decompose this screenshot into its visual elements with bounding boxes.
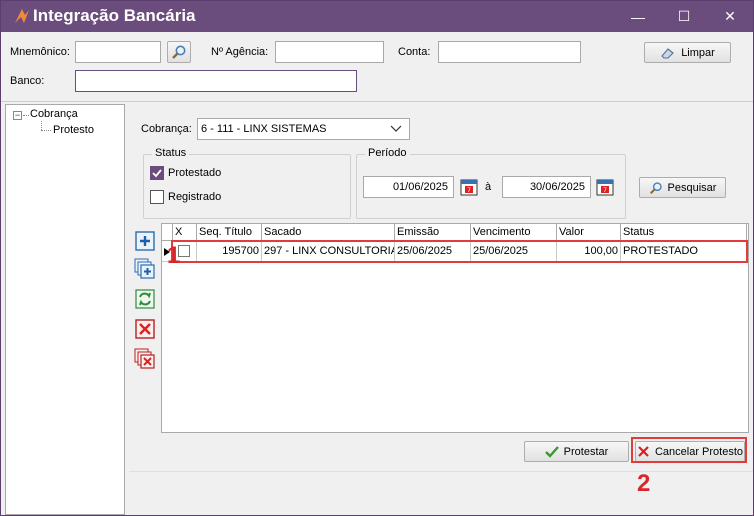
annotation-number-1: 1 <box>167 242 181 269</box>
cobranca-label: Cobrança: <box>141 123 192 135</box>
tree-item-cobranca[interactable]: Cobrança <box>30 108 78 120</box>
pesquisar-button[interactable]: Pesquisar <box>639 177 726 198</box>
chevron-down-icon <box>390 125 402 132</box>
limpar-label: Limpar <box>681 46 715 59</box>
grid-header-vencimento[interactable]: Vencimento <box>471 224 557 241</box>
registrado-label: Registrado <box>168 191 222 203</box>
pesquisar-label: Pesquisar <box>667 181 717 194</box>
svg-text:7: 7 <box>603 187 607 194</box>
maximize-icon: ☐ <box>677 8 691 24</box>
date-from-calendar-button[interactable]: 7 <box>459 177 479 197</box>
window-title: Integração Bancária <box>33 6 196 25</box>
cancel-highlight-box <box>631 437 747 463</box>
add-multiple-icon[interactable] <box>134 258 156 280</box>
grid-header-c[interactable]: C <box>747 224 748 241</box>
magnifier-icon <box>172 45 186 59</box>
delete-record-icon[interactable] <box>134 318 156 340</box>
grid-header-sacado[interactable]: Sacado <box>262 224 395 241</box>
close-button[interactable]: ✕ <box>707 1 753 32</box>
eraser-icon <box>661 47 674 58</box>
periodo-group-title: Período <box>365 147 410 159</box>
app-logo-icon <box>15 9 29 23</box>
grid-header-valor[interactable]: Valor <box>557 224 621 241</box>
grid-header: X Seq. Título Sacado Emissão Vencimento … <box>162 224 748 241</box>
protestar-label: Protestar <box>563 445 609 458</box>
mnemonico-label: Mnemônico: <box>10 46 70 58</box>
protestar-button[interactable]: Protestar <box>524 441 629 462</box>
date-separator: à <box>485 181 492 193</box>
row-highlight-box <box>171 240 748 263</box>
integracao-bancaria-window: Integração Bancária — ☐ ✕ Mnemônico: Nº … <box>0 0 754 516</box>
check-icon <box>152 169 162 178</box>
minimize-button[interactable]: — <box>615 1 661 32</box>
banco-label: Banco: <box>10 75 45 87</box>
grid-header-emissao[interactable]: Emissão <box>395 224 471 241</box>
tree-collapse-icon[interactable]: − <box>13 111 22 120</box>
mnemonico-search-button[interactable] <box>167 41 191 63</box>
close-icon: ✕ <box>724 8 736 24</box>
banco-input[interactable] <box>75 70 357 92</box>
title-bar[interactable]: Integração Bancária — ☐ ✕ <box>1 1 753 32</box>
date-to-input[interactable]: 30/06/2025 <box>502 176 591 198</box>
svg-text:7: 7 <box>467 187 471 194</box>
navigation-tree: − Cobrança Protesto <box>5 104 125 515</box>
magnifier-icon <box>649 181 662 194</box>
tree-connector <box>41 121 42 130</box>
maximize-button[interactable]: ☐ <box>661 1 707 32</box>
add-record-icon[interactable] <box>134 230 156 252</box>
grid-header-x[interactable]: X <box>173 224 197 241</box>
minimize-icon: — <box>631 8 645 25</box>
grid-indicator-header <box>162 224 173 241</box>
mnemonico-input[interactable] <box>75 41 161 63</box>
checkmark-icon <box>544 445 559 458</box>
date-to-calendar-button[interactable]: 7 <box>595 177 615 197</box>
conta-label: Conta: <box>398 46 431 58</box>
agencia-input[interactable] <box>275 41 384 63</box>
conta-input[interactable] <box>438 41 581 63</box>
status-group: Status <box>143 147 351 219</box>
footer-separator <box>129 471 753 472</box>
tree-item-protesto[interactable]: Protesto <box>53 124 94 136</box>
refresh-icon[interactable] <box>134 288 156 310</box>
cobranca-selected-value: 6 - 111 - LINX SISTEMAS <box>201 123 327 135</box>
tree-connector <box>23 115 29 116</box>
delete-multiple-icon[interactable] <box>134 348 156 370</box>
cobranca-select[interactable]: 6 - 111 - LINX SISTEMAS <box>197 118 410 140</box>
agencia-label: Nº Agência: <box>211 46 269 58</box>
limpar-button[interactable]: Limpar <box>644 42 731 63</box>
annotation-number-2: 2 <box>637 470 651 497</box>
registrado-checkbox[interactable] <box>150 190 164 204</box>
tree-connector <box>41 130 51 131</box>
header-separator <box>1 101 753 102</box>
protestado-checkbox[interactable] <box>150 166 164 180</box>
calendar-icon: 7 <box>596 179 614 196</box>
grid-header-seq-titulo[interactable]: Seq. Título <box>197 224 262 241</box>
calendar-icon: 7 <box>460 179 478 196</box>
status-group-title: Status <box>152 147 190 159</box>
grid-header-status[interactable]: Status <box>621 224 747 241</box>
protestado-label: Protestado <box>168 167 222 179</box>
date-from-input[interactable]: 01/06/2025 <box>363 176 454 198</box>
